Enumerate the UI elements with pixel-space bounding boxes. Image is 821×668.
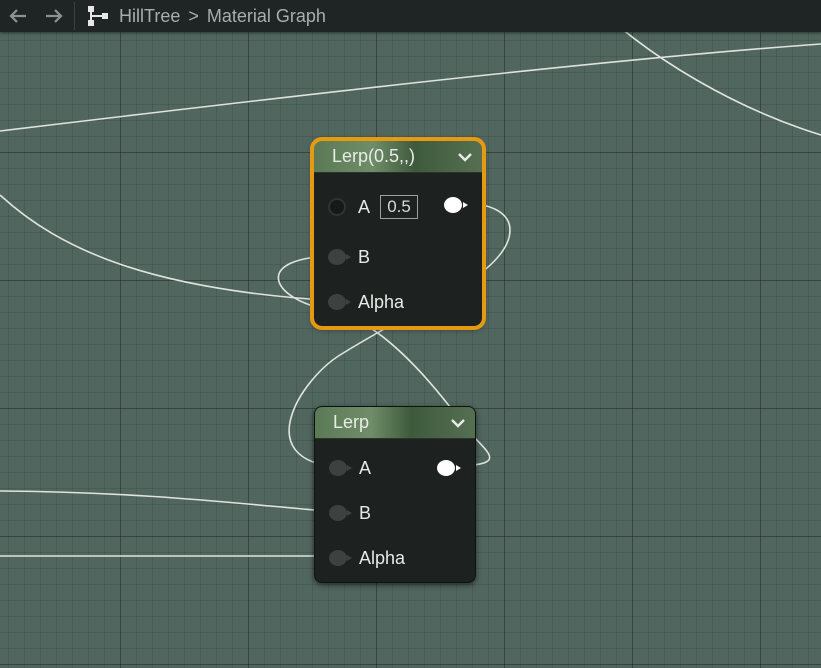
forward-button[interactable]: [36, 3, 72, 29]
input-pin-row-a: A: [329, 456, 371, 480]
input-pin-row-alpha: Alpha: [329, 546, 405, 570]
output-pin[interactable]: [437, 460, 461, 476]
chevron-down-icon[interactable]: [451, 418, 465, 428]
input-pin-alpha[interactable]: [328, 294, 351, 310]
input-pin-a[interactable]: [329, 460, 352, 476]
input-pin-row-alpha: Alpha: [328, 290, 404, 314]
node-title: Lerp: [333, 412, 370, 432]
node-title: Lerp(0.5,,): [332, 146, 416, 166]
pin-label-alpha: Alpha: [359, 547, 406, 568]
pin-label-a: A: [359, 457, 372, 478]
pin-label-b: B: [358, 246, 371, 267]
toolbar: HillTree > Material Graph: [0, 0, 821, 32]
input-pin-b[interactable]: [329, 505, 352, 521]
back-button[interactable]: [0, 3, 36, 29]
breadcrumb-separator: >: [188, 6, 199, 26]
pin-label-a: A: [358, 196, 371, 217]
input-pin-b[interactable]: [328, 249, 351, 265]
pin-label-b: B: [359, 502, 372, 523]
pin-a-value-input[interactable]: 0.5: [380, 195, 419, 219]
input-pin-row-b: B: [329, 501, 371, 525]
breadcrumb-material-graph[interactable]: Material Graph: [207, 4, 326, 28]
lerp-node[interactable]: Lerp A B Alpha: [314, 406, 476, 583]
node-header[interactable]: Lerp(0.5,,): [314, 141, 482, 173]
breadcrumb-hilltree[interactable]: HillTree: [119, 4, 180, 28]
arrow-left-icon: [9, 9, 26, 23]
input-pin-row-a: A 0.5: [328, 195, 419, 219]
input-pin-a[interactable]: [328, 198, 346, 216]
chevron-down-icon[interactable]: [458, 152, 472, 162]
input-pin-row-b: B: [328, 245, 370, 269]
input-pin-alpha[interactable]: [329, 550, 352, 566]
pin-label-alpha: Alpha: [358, 291, 405, 312]
graph-hierarchy-icon: [83, 3, 113, 29]
output-pin[interactable]: [444, 197, 468, 213]
toolbar-divider: [74, 2, 75, 30]
lerp-node-selected[interactable]: Lerp(0.5,,) A 0.5 B Alpha: [310, 137, 486, 330]
arrow-right-icon: [46, 9, 63, 23]
node-header[interactable]: Lerp: [315, 407, 475, 439]
